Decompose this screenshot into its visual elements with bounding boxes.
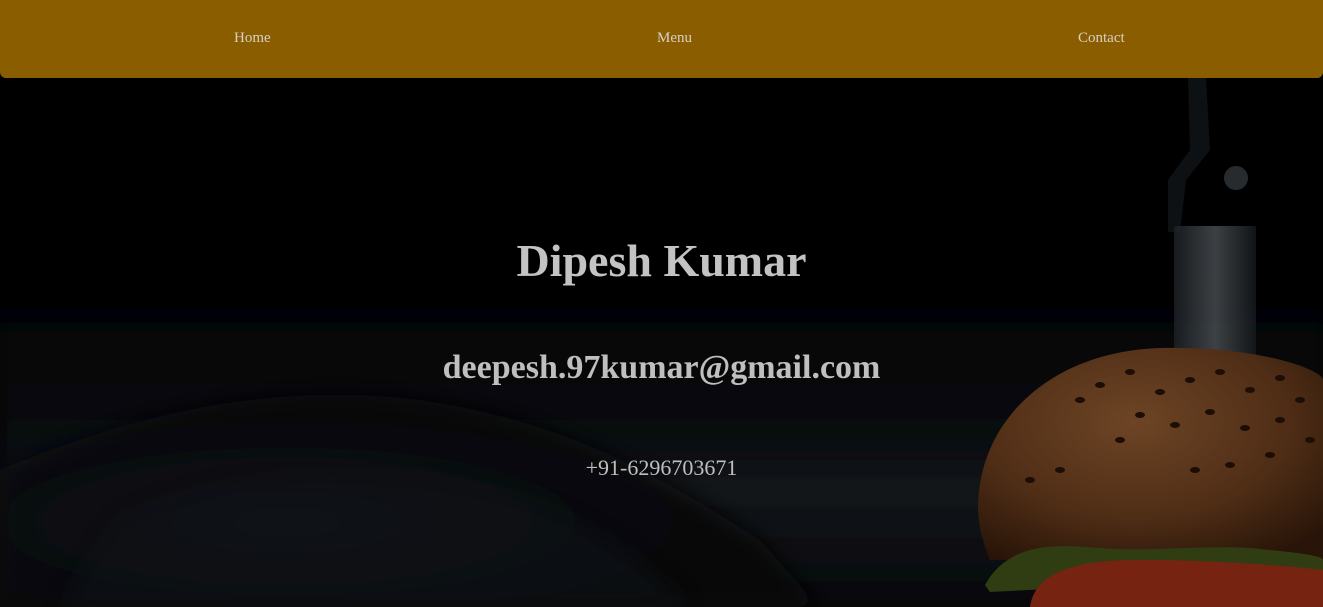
contact-page: Home Menu Contact Dipesh Kumar deepesh.9… <box>0 0 1323 607</box>
contact-phone: +91-6296703671 <box>585 455 738 480</box>
contact-email: deepesh.97kumar@gmail.com <box>442 349 881 386</box>
contact-info: Dipesh Kumar deepesh.97kumar@gmail.com +… <box>0 0 1323 607</box>
nav-link-menu[interactable]: Menu <box>657 30 692 47</box>
nav-link-home[interactable]: Home <box>234 30 271 47</box>
contact-name: Dipesh Kumar <box>516 235 807 286</box>
nav-link-contact[interactable]: Contact <box>1078 30 1125 47</box>
top-navbar: Home Menu Contact <box>0 0 1323 78</box>
